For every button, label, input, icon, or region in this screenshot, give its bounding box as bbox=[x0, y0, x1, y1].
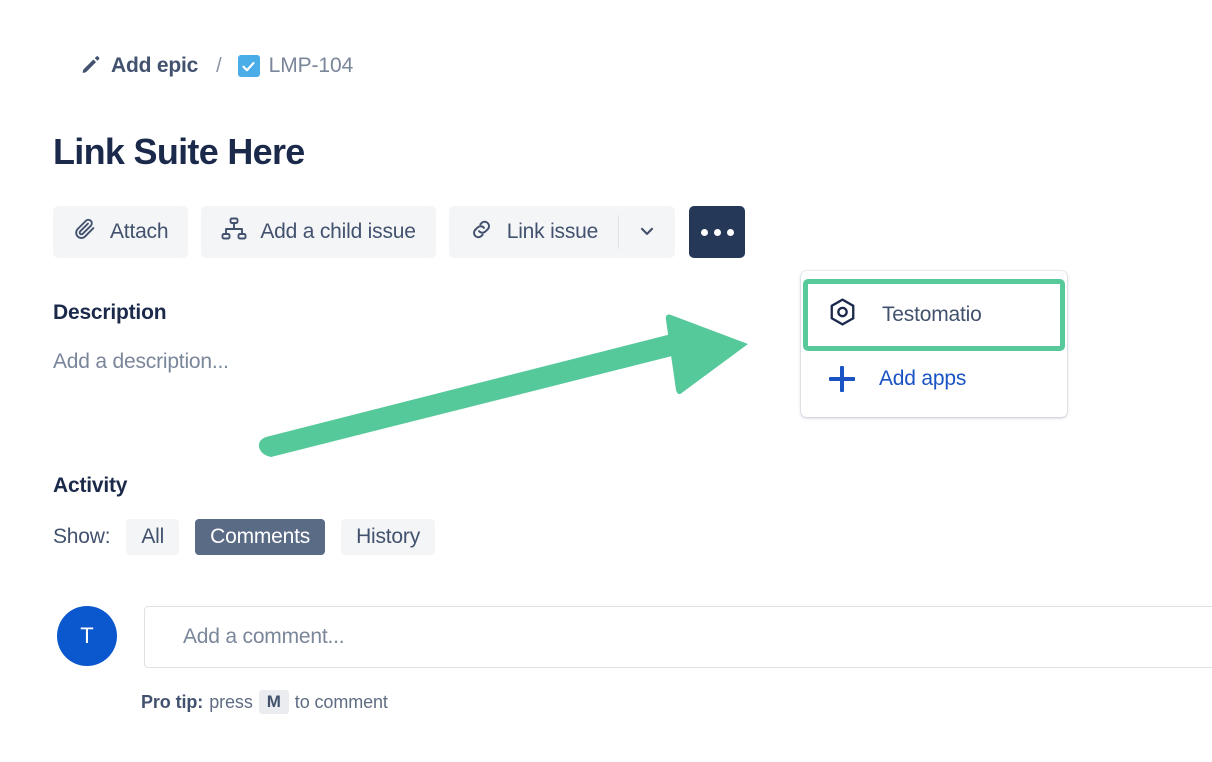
hierarchy-tree-icon bbox=[221, 216, 247, 248]
breadcrumb-separator: / bbox=[216, 55, 222, 78]
chain-link-icon bbox=[469, 217, 494, 248]
menu-item-testomatio[interactable]: Testomatio bbox=[803, 279, 1065, 351]
apps-dropdown-menu: Testomatio Add apps bbox=[801, 271, 1067, 417]
filter-all-button[interactable]: All bbox=[126, 519, 179, 555]
menu-item-testomatio-label: Testomatio bbox=[882, 303, 982, 327]
filter-comments-button[interactable]: Comments bbox=[195, 519, 325, 555]
ellipsis-icon bbox=[701, 229, 734, 236]
chevron-down-icon bbox=[637, 221, 657, 244]
link-issue-split-button: Link issue bbox=[449, 206, 675, 258]
add-child-issue-button-label: Add a child issue bbox=[260, 220, 415, 244]
comment-input[interactable] bbox=[144, 606, 1212, 668]
pro-tip-suffix: to comment bbox=[295, 692, 388, 713]
breadcrumb: Add epic / LMP-104 bbox=[80, 50, 353, 82]
attach-button[interactable]: Attach bbox=[53, 206, 188, 258]
link-issue-button-label: Link issue bbox=[507, 220, 598, 244]
activity-filter-bar: Show: All Comments History bbox=[53, 519, 435, 555]
breadcrumb-issue-key-label: LMP-104 bbox=[269, 54, 354, 78]
avatar[interactable]: T bbox=[57, 606, 117, 666]
menu-item-add-apps[interactable]: Add apps bbox=[801, 351, 1067, 407]
pro-tip-prefix: Pro tip: bbox=[141, 692, 203, 713]
plus-icon bbox=[829, 366, 855, 392]
paperclip-icon bbox=[73, 217, 97, 247]
page-title[interactable]: Link Suite Here bbox=[53, 130, 305, 174]
filter-history-button[interactable]: History bbox=[341, 519, 435, 555]
pencil-icon bbox=[80, 53, 102, 80]
breadcrumb-issue-key[interactable]: LMP-104 bbox=[238, 54, 354, 78]
link-issue-button[interactable]: Link issue bbox=[449, 206, 618, 258]
breadcrumb-add-epic[interactable]: Add epic bbox=[80, 53, 198, 80]
menu-item-add-apps-label: Add apps bbox=[879, 367, 966, 391]
pro-tip-keycap: M bbox=[259, 690, 289, 714]
attach-button-label: Attach bbox=[110, 220, 168, 244]
pro-tip-press: press bbox=[209, 692, 253, 713]
activity-heading: Activity bbox=[53, 474, 127, 498]
add-child-issue-button[interactable]: Add a child issue bbox=[201, 206, 435, 258]
link-issue-dropdown-button[interactable] bbox=[619, 206, 675, 258]
task-checkbox-icon bbox=[238, 55, 260, 77]
pro-tip: Pro tip: press M to comment bbox=[141, 690, 388, 714]
issue-action-toolbar: Attach Add a child issue Link issue bbox=[53, 206, 745, 258]
add-comment-row: T bbox=[57, 606, 1212, 668]
more-actions-button[interactable] bbox=[689, 206, 745, 258]
description-placeholder[interactable]: Add a description... bbox=[53, 350, 229, 374]
show-label: Show: bbox=[53, 525, 110, 549]
hexagon-target-icon bbox=[827, 297, 858, 334]
description-heading: Description bbox=[53, 301, 166, 325]
breadcrumb-add-epic-label: Add epic bbox=[111, 54, 198, 78]
